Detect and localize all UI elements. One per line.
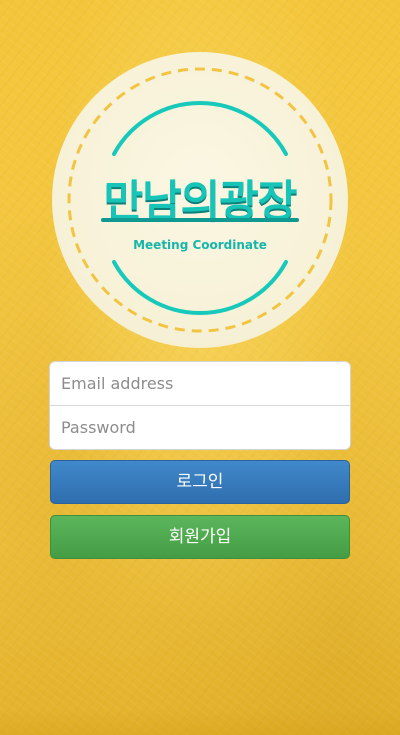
signup-button[interactable]: 회원가입: [50, 515, 350, 559]
logo-subtitle: Meeting Coordinate: [133, 238, 267, 252]
login-form: 로그인 회원가입: [50, 362, 350, 559]
app-logo: 만남의광장 Meeting Coordinate: [52, 52, 348, 348]
logo-underline: [101, 218, 299, 222]
password-input[interactable]: [50, 406, 350, 449]
email-input[interactable]: [50, 362, 350, 405]
credentials-group: [50, 362, 350, 449]
logo-bottom-arc: [112, 260, 288, 316]
bottom-band: [0, 709, 400, 735]
logo-top-arc: [112, 100, 288, 156]
login-button[interactable]: 로그인: [50, 460, 350, 504]
